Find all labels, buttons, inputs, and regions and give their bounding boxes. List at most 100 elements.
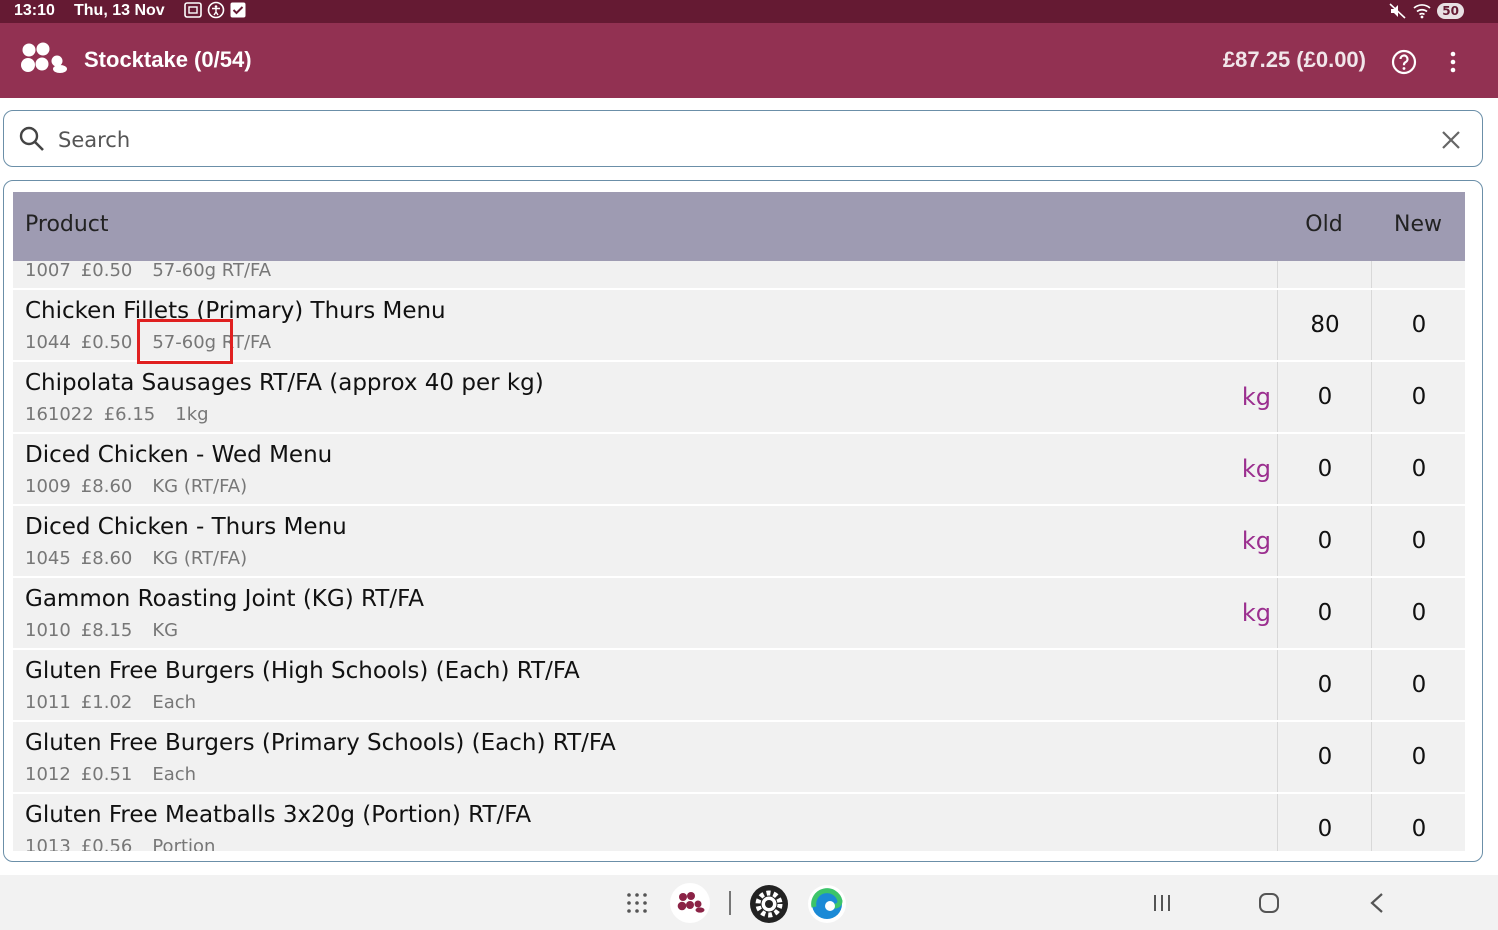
table-row[interactable]: Diced Chicken - Wed Menu 1009 £8.60 KG (RT…: [13, 434, 1465, 504]
old-count: 80: [1277, 290, 1372, 360]
search-icon: [19, 126, 44, 151]
status-bar: 13:10 Thu, 13 Nov 50: [0, 0, 1498, 23]
product-meta: 1012 £0.51 Each: [25, 764, 196, 785]
new-count[interactable]: 0: [1371, 290, 1465, 360]
status-icons-right: 50: [1389, 1, 1464, 21]
recent-apps-icon[interactable]: [1151, 893, 1173, 913]
old-count: 0: [1277, 722, 1372, 792]
new-count[interactable]: 0: [1371, 362, 1465, 432]
product-price: £8.15: [80, 620, 133, 641]
stocktake-logo-icon: [677, 892, 705, 913]
settings-app-icon[interactable]: [750, 885, 788, 923]
dock-divider: [729, 891, 731, 915]
old-count: 0: [1277, 650, 1372, 720]
product-code: 161022: [25, 404, 94, 425]
battery-level: 50: [1437, 3, 1464, 19]
product-price: £0.50: [80, 260, 133, 281]
product-code: 1011: [25, 692, 71, 713]
old-count: 0: [1277, 362, 1372, 432]
status-icons-left: [184, 1, 246, 19]
old-count: 0: [1277, 434, 1372, 504]
product-price: £1.02: [80, 692, 133, 713]
product-desc: KG: [152, 620, 179, 641]
product-meta: 1045 £8.60 KG (RT/FA): [25, 548, 247, 569]
more-options-icon[interactable]: [1442, 49, 1464, 75]
new-count[interactable]: 0: [1371, 794, 1465, 851]
search-box: [3, 110, 1483, 167]
table-row[interactable]: Gluten Free Burgers (High Schools) (Each…: [13, 650, 1465, 720]
edge-browser-app-icon[interactable]: [808, 885, 846, 923]
screenshot-icon: [184, 2, 202, 18]
page-title: Stocktake (0/54): [84, 47, 252, 72]
product-meta: 1009 £8.60 KG (RT/FA): [25, 476, 247, 497]
product-price: £0.56: [80, 836, 133, 851]
table-row[interactable]: Chipolata Sausages RT/FA (approx 40 per …: [13, 362, 1465, 432]
product-code: 1007: [25, 260, 71, 281]
stocktake-app-icon[interactable]: [670, 883, 710, 923]
back-icon[interactable]: [1369, 892, 1385, 914]
gear-icon: [755, 890, 783, 918]
accessibility-icon: [207, 1, 225, 19]
unit-label: kg: [1241, 527, 1271, 555]
old-count: 0: [1277, 578, 1372, 648]
product-meta: 1010 £8.15 KG: [25, 620, 178, 641]
product-desc: KG (RT/FA): [152, 548, 248, 569]
product-desc: KG (RT/FA): [152, 476, 248, 497]
product-price: £0.51: [80, 764, 133, 785]
product-name: Gammon Roasting Joint (KG) RT/FA: [25, 586, 424, 612]
new-count[interactable]: 0: [1371, 434, 1465, 504]
product-desc: Portion: [152, 836, 216, 851]
old-count: 0: [1277, 506, 1372, 576]
product-code: 1013: [25, 836, 71, 851]
stock-total: £87.25 (£0.00): [1222, 47, 1366, 72]
table-row[interactable]: Gammon Roasting Joint (KG) RT/FA 1010 £8.…: [13, 578, 1465, 648]
product-code: 1010: [25, 620, 71, 641]
product-price: £6.15: [103, 404, 156, 425]
product-name: Gluten Free Burgers (High Schools) (Each…: [25, 658, 580, 684]
product-price: £8.60: [80, 548, 133, 569]
table-body: 1007 £0.50 57-60g RT/FA 0 0 Chicken Fillet…: [13, 218, 1465, 851]
new-count[interactable]: 0: [1371, 578, 1465, 648]
product-meta: 161022 £6.15 1kg: [25, 404, 209, 425]
mute-icon: [1389, 3, 1406, 19]
product-code: 1044: [25, 332, 71, 353]
product-desc: 1kg: [175, 404, 209, 425]
product-name: Diced Chicken - Wed Menu: [25, 442, 333, 468]
product-name: Diced Chicken - Thurs Menu: [25, 514, 347, 540]
home-icon[interactable]: [1258, 892, 1280, 914]
table-row[interactable]: Diced Chicken - Thurs Menu 1045 £8.60 KG (…: [13, 506, 1465, 576]
close-icon[interactable]: [1438, 127, 1464, 153]
unit-label: kg: [1241, 455, 1271, 483]
column-header-product: Product: [25, 212, 109, 237]
product-desc: Each: [152, 764, 197, 785]
product-meta: 1011 £1.02 Each: [25, 692, 196, 713]
app-logo-icon: [21, 42, 67, 73]
help-icon[interactable]: [1390, 48, 1418, 76]
product-desc: Each: [152, 692, 197, 713]
search-input[interactable]: [56, 123, 1420, 157]
table-row[interactable]: Gluten Free Meatballs 3x20g (Portion) RT…: [13, 794, 1465, 851]
checkbox-icon: [230, 2, 246, 18]
new-count[interactable]: 0: [1371, 722, 1465, 792]
app-bar: Stocktake (0/54) £87.25 (£0.00): [0, 23, 1498, 98]
app-drawer-icon[interactable]: [626, 892, 648, 914]
product-desc: 57-60g RT/FA: [152, 260, 272, 281]
new-count[interactable]: 0: [1371, 650, 1465, 720]
stock-table: Product Old New 1007 £0.50 57-60g RT/FA 0 …: [13, 192, 1465, 851]
column-header-new: New: [1394, 212, 1442, 237]
product-name: Gluten Free Burgers (Primary Schools) (E…: [25, 730, 616, 756]
highlight-box: [137, 319, 233, 364]
edge-icon: [811, 888, 843, 919]
product-name: Gluten Free Meatballs 3x20g (Portion) RT…: [25, 802, 532, 828]
table-header: Product Old New: [13, 192, 1465, 261]
product-name: Chipolata Sausages RT/FA (approx 40 per …: [25, 370, 544, 396]
table-row[interactable]: Gluten Free Burgers (Primary Schools) (E…: [13, 722, 1465, 792]
product-code: 1045: [25, 548, 71, 569]
column-header-old: Old: [1305, 212, 1343, 237]
product-name: Chicken Fillets (Primary) Thurs Menu: [25, 298, 446, 324]
wifi-icon: [1413, 4, 1431, 19]
product-price: £8.60: [80, 476, 133, 497]
navigation-bar: [0, 875, 1498, 930]
new-count[interactable]: 0: [1371, 506, 1465, 576]
unit-label: kg: [1241, 599, 1271, 627]
